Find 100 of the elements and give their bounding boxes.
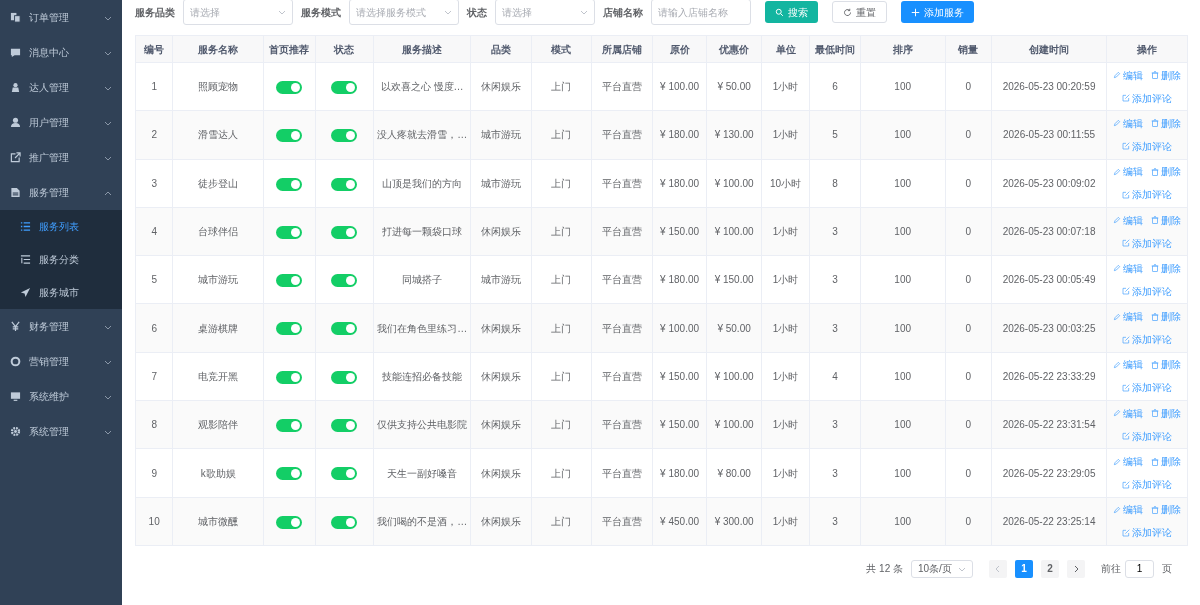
add-comment-link[interactable]: 添加评论 xyxy=(1122,428,1173,444)
toggle-switch[interactable] xyxy=(331,467,358,481)
edit-link[interactable]: 编辑 xyxy=(1113,454,1144,469)
toggle-switch[interactable] xyxy=(331,129,358,143)
toggle-switch[interactable] xyxy=(331,177,358,191)
table-cell: 2026-05-23 00:20:59 xyxy=(991,62,1107,111)
input-field[interactable]: 请输入店铺名称 xyxy=(651,0,751,25)
toggle-switch[interactable] xyxy=(331,274,358,288)
sidebar-item[interactable]: 订单管理 xyxy=(0,0,122,35)
toggle-switch[interactable] xyxy=(276,322,303,336)
delete-link[interactable]: 删除 xyxy=(1151,260,1182,276)
chevron-left-icon xyxy=(994,564,1002,573)
submenu-item[interactable]: 服务列表 xyxy=(0,210,122,243)
column-header: 服务名称 xyxy=(172,35,264,63)
chevron-icon xyxy=(580,8,588,16)
toggle-switch[interactable] xyxy=(331,370,358,384)
page-button[interactable]: 1 xyxy=(1015,559,1033,578)
delete-link[interactable]: 删除 xyxy=(1151,212,1182,228)
add-comment-link[interactable]: 添加评论 xyxy=(1122,380,1173,396)
edit-box-icon xyxy=(1122,190,1131,199)
table-cell: 1小时 xyxy=(761,207,810,256)
delete-link[interactable]: 删除 xyxy=(1151,67,1182,83)
list-icon xyxy=(20,221,31,232)
toggle-switch[interactable] xyxy=(331,322,358,336)
add-comment-link[interactable]: 添加评论 xyxy=(1122,90,1173,106)
delete-link[interactable]: 删除 xyxy=(1151,309,1182,325)
pencil-icon xyxy=(1113,167,1122,176)
search-button[interactable]: 搜索 xyxy=(765,1,818,23)
trash-icon xyxy=(1151,216,1160,225)
toggle-switch[interactable] xyxy=(276,467,303,481)
edit-link[interactable]: 编辑 xyxy=(1113,115,1144,131)
sidebar-item[interactable]: 推广管理 xyxy=(0,140,122,175)
edit-link[interactable]: 编辑 xyxy=(1113,502,1144,518)
edit-link[interactable]: 编辑 xyxy=(1113,309,1144,325)
select-field[interactable]: 请选择 xyxy=(495,0,595,25)
table-cell: 上门 xyxy=(531,448,592,498)
table-cell: 3 xyxy=(809,255,861,304)
delete-link[interactable]: 删除 xyxy=(1151,164,1182,180)
delete-link[interactable]: 删除 xyxy=(1151,357,1182,373)
trash-icon xyxy=(1151,264,1160,273)
add-comment-link[interactable]: 添加评论 xyxy=(1122,283,1173,299)
sidebar-item[interactable]: 系统维护 xyxy=(0,379,122,414)
table-cell: 10小时 xyxy=(761,159,810,208)
toggle-switch[interactable] xyxy=(276,515,303,529)
add-comment-link[interactable]: 添加评论 xyxy=(1122,332,1173,348)
edit-link[interactable]: 编辑 xyxy=(1113,212,1144,228)
column-header: 所属店铺 xyxy=(591,35,653,63)
previous-page-button[interactable] xyxy=(989,559,1007,578)
add-comment-link[interactable]: 添加评论 xyxy=(1122,525,1173,541)
edit-link[interactable]: 编辑 xyxy=(1113,67,1144,83)
table-cell: 休闲娱乐 xyxy=(470,497,532,546)
table-cell: k歌助娱 xyxy=(172,448,264,498)
table-cell: 2026-05-23 00:09:02 xyxy=(991,159,1107,208)
toggle-switch[interactable] xyxy=(331,81,358,94)
toggle-switch[interactable] xyxy=(276,177,303,191)
toggle-switch[interactable] xyxy=(276,225,303,239)
select-field[interactable]: 请选择服务模式 xyxy=(349,0,459,25)
sidebar-item[interactable]: 达人管理 xyxy=(0,70,122,105)
sidebar-item[interactable]: 财务管理 xyxy=(0,309,122,344)
delete-link[interactable]: 删除 xyxy=(1151,454,1182,469)
edit-link[interactable]: 编辑 xyxy=(1113,405,1144,421)
sidebar-item[interactable]: 服务管理 xyxy=(0,175,122,210)
column-header: 原价 xyxy=(652,35,707,63)
add-service-button[interactable]: 添加服务 xyxy=(901,1,974,23)
toggle-switch[interactable] xyxy=(276,81,303,94)
page-size-select[interactable]: 10条/页 xyxy=(911,559,973,578)
delete-link[interactable]: 删除 xyxy=(1151,115,1182,131)
submenu-item[interactable]: 服务城市 xyxy=(0,276,122,309)
toggle-switch[interactable] xyxy=(331,419,358,433)
delete-link[interactable]: 删除 xyxy=(1151,502,1182,518)
delete-link[interactable]: 删除 xyxy=(1151,405,1182,421)
sidebar-item[interactable]: 系统管理 xyxy=(0,414,122,449)
toggle-switch[interactable] xyxy=(276,419,303,433)
toggle-switch[interactable] xyxy=(276,274,303,288)
table-cell: 8 xyxy=(135,400,173,449)
toggle-switch[interactable] xyxy=(276,370,303,384)
add-comment-link[interactable]: 添加评论 xyxy=(1122,235,1173,251)
table-cell: 休闲娱乐 xyxy=(470,207,532,256)
add-comment-link[interactable]: 添加评论 xyxy=(1122,477,1173,492)
add-comment-link[interactable]: 添加评论 xyxy=(1122,138,1173,154)
column-header: 编号 xyxy=(135,35,173,63)
table-cell: ¥ 180.00 xyxy=(652,255,707,304)
page-number-field[interactable]: 1 xyxy=(1125,559,1154,578)
reset-button[interactable]: 重置 xyxy=(832,1,887,23)
submenu-item[interactable]: 服务分类 xyxy=(0,243,122,276)
table-cell: 平台直营 xyxy=(591,400,653,449)
toggle-switch[interactable] xyxy=(331,515,358,529)
sidebar-item[interactable]: 用户管理 xyxy=(0,105,122,140)
toggle-switch[interactable] xyxy=(276,129,303,143)
edit-link[interactable]: 编辑 xyxy=(1113,260,1144,276)
edit-link[interactable]: 编辑 xyxy=(1113,357,1144,373)
next-page-button[interactable] xyxy=(1067,559,1085,578)
table-cell: ¥ 180.00 xyxy=(652,159,707,208)
edit-link[interactable]: 编辑 xyxy=(1113,164,1144,180)
toggle-switch[interactable] xyxy=(331,225,358,239)
add-comment-link[interactable]: 添加评论 xyxy=(1122,187,1173,203)
sidebar-item[interactable]: 消息中心 xyxy=(0,35,122,70)
sidebar-item[interactable]: 营销管理 xyxy=(0,344,122,379)
page-button[interactable]: 2 xyxy=(1041,559,1059,578)
select-field[interactable]: 请选择 xyxy=(183,0,293,25)
